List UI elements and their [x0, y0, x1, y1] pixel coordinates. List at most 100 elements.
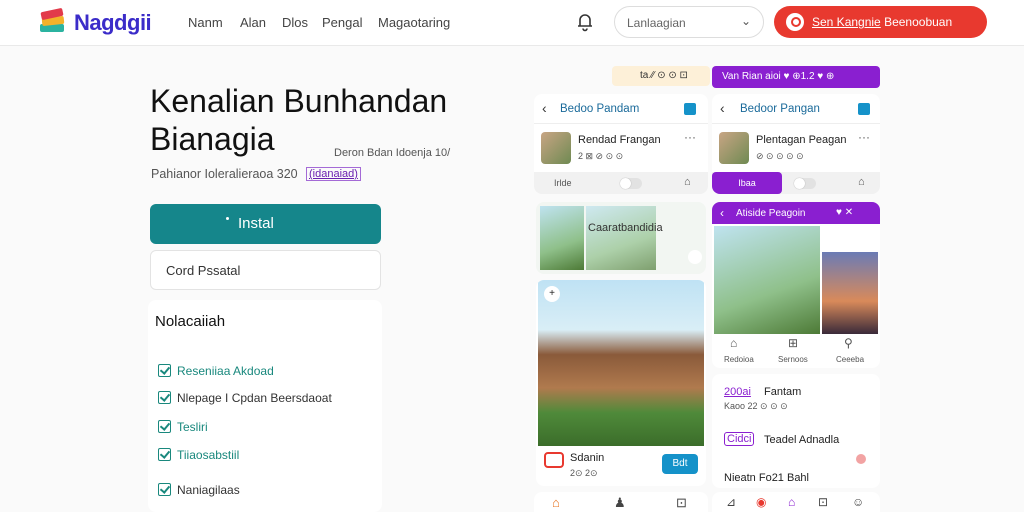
- banner-photo-2: [586, 206, 656, 270]
- cta-label-underlined: Sen Kangnie: [812, 15, 881, 29]
- right-icon-nav: ⌂ Redoioa ⊞ Sernoos ⚲ Ceeeba: [712, 336, 880, 368]
- left-title-bar: ‹ Bedoo Pandam: [534, 94, 708, 124]
- grid-icon[interactable]: [684, 103, 696, 115]
- right-gallery-title: Atiside Peagoin: [736, 208, 806, 219]
- right-bottom-nav: ⊿ ◉ ⌂ ⊡ ☺: [712, 492, 880, 512]
- left-row: Irlde ⌂: [534, 172, 708, 194]
- avatar: [719, 132, 749, 164]
- nav-label-2: Sernoos: [778, 355, 808, 364]
- meta-tag-link[interactable]: (idanaiad): [306, 167, 361, 181]
- nav-link-3[interactable]: Dlos: [282, 15, 308, 30]
- select-value: Lanlaagian: [627, 16, 686, 30]
- grid-icon[interactable]: [858, 103, 870, 115]
- list1-code[interactable]: 200ai: [724, 386, 751, 398]
- nav-link-2[interactable]: Alan: [240, 15, 266, 30]
- check-icon: [158, 364, 171, 377]
- search-icon[interactable]: ⚲: [844, 336, 853, 350]
- right-status-strip: Van Rian aioi ♥ ⊕1.2 ♥ ⊕: [712, 66, 880, 88]
- right-status-text: Van Rian aioi ♥ ⊕1.2 ♥ ⊕: [722, 71, 835, 82]
- edit-icon[interactable]: ⊿: [726, 495, 736, 509]
- bell-icon[interactable]: [576, 12, 594, 32]
- bell-icon[interactable]: ♟: [614, 495, 626, 511]
- code-input[interactable]: Cord Pssatal: [150, 250, 381, 290]
- house-sub: 2⊙ 2⊙: [570, 468, 598, 478]
- right-title: Bedoor Pangan: [740, 103, 820, 115]
- code-input-placeholder: Cord Pssatal: [166, 263, 241, 278]
- logo-text[interactable]: Nagdgii: [74, 10, 152, 36]
- logo-books-icon: [40, 8, 65, 32]
- right-top-card: ‹ Bedoor Pangan Plentagan Peagan ⊘ ⊙ ⊙ ⊙…: [712, 94, 880, 194]
- back-icon[interactable]: ‹: [720, 206, 724, 220]
- right-list-card: 200ai Fantam Kaoo 22 ⊙ ⊙ ⊙ Cidci Teadel …: [712, 374, 880, 488]
- toggle-switch[interactable]: [794, 178, 816, 189]
- cta-label-rest: Beenoobuan: [884, 15, 953, 29]
- left-status-text: ta ∕∕ ⊙ ⊙ ⊡: [640, 70, 688, 81]
- grid-icon[interactable]: ⊡: [818, 495, 828, 509]
- dot-icon: [226, 217, 229, 220]
- home-icon[interactable]: ⌂: [858, 176, 865, 188]
- left-bottom-nav: ⌂ ♟ ⊡: [534, 492, 708, 512]
- flag-icon: [544, 452, 564, 468]
- list1-title: Fantam: [764, 386, 802, 398]
- list1-sub: Kaoo 22 ⊙ ⊙ ⊙: [724, 401, 788, 411]
- grid-icon[interactable]: ⊞: [788, 336, 798, 350]
- right-row: Ibaa ⌂: [712, 172, 880, 194]
- right-row-tag[interactable]: Ibaa: [712, 172, 782, 194]
- language-select[interactable]: Lanlaagian ⌄: [614, 6, 764, 38]
- install-button[interactable]: Instal: [150, 204, 381, 244]
- more-icon[interactable]: ···: [684, 130, 696, 144]
- left-item-sub: 2 ⊠ ⊘ ⊙ ⊙: [578, 151, 624, 161]
- home-icon[interactable]: ⌂: [552, 495, 560, 510]
- left-house-card: + Sdanin 2⊙ 2⊙ Bdt: [536, 280, 706, 486]
- search-icon: [786, 13, 804, 31]
- left-top-card: ‹ Bedoo Pandam Rendad Frangan 2 ⊠ ⊘ ⊙ ⊙ …: [534, 94, 708, 194]
- list3-title: Nieatn Fo21 Bahl: [724, 472, 809, 484]
- banner-photo: [540, 206, 584, 270]
- feature-item-3: Tesliri: [177, 420, 208, 434]
- house-photo: [538, 280, 704, 446]
- check-icon: [158, 391, 171, 404]
- house-action-button[interactable]: Bdt: [662, 454, 698, 474]
- home-icon[interactable]: ⌂: [684, 176, 691, 188]
- feature-item-5: Naniagilaas: [177, 483, 240, 497]
- chevron-down-icon: ⌄: [740, 14, 751, 28]
- feature-item-4: Tiiaosabstiil: [177, 448, 240, 462]
- village-photo: [714, 226, 820, 334]
- heart-icon[interactable]: ♥ ✕: [836, 207, 853, 218]
- home-icon[interactable]: ⌂: [730, 336, 737, 350]
- nav-label-3: Ceeeba: [836, 355, 865, 364]
- right-item-sub: ⊘ ⊙ ⊙ ⊙ ⊙: [756, 151, 804, 161]
- nav-link-5[interactable]: Magaotaring: [378, 15, 450, 30]
- nav-label-1: Redoioa: [724, 355, 754, 364]
- right-gallery-header: ‹ Atiside Peagoin ♥ ✕: [712, 202, 880, 224]
- right-item-title: Plentagan Peagan: [756, 134, 847, 146]
- grid-icon[interactable]: ⊡: [676, 495, 687, 511]
- list2-title: Teadel Adnadla: [764, 434, 840, 446]
- cta-label: Sen Kangnie Beenoobuan: [812, 15, 952, 29]
- back-icon[interactable]: ‹: [720, 100, 725, 116]
- cta-button[interactable]: Sen Kangnie Beenoobuan: [774, 6, 987, 38]
- circle-button[interactable]: [688, 250, 702, 264]
- left-title: Bedoo Pandam: [560, 103, 640, 115]
- avatar: [541, 132, 571, 164]
- nav-link-4[interactable]: Pengal: [322, 15, 362, 30]
- plus-icon[interactable]: +: [544, 286, 560, 302]
- nav-link-1[interactable]: Nanm: [188, 15, 223, 30]
- left-banner-card: Caaratbandidia: [536, 202, 706, 274]
- check-icon: [158, 420, 171, 433]
- play-icon[interactable]: ◉: [756, 495, 766, 509]
- house-title: Sdanin: [570, 452, 605, 464]
- home-icon[interactable]: ⌂: [788, 495, 795, 509]
- features-panel: [148, 300, 382, 512]
- left-status-strip: ta ∕∕ ⊙ ⊙ ⊡: [612, 66, 710, 86]
- meta-info: Pahianor Ioleralieraoa 320: [151, 167, 298, 181]
- feature-item-1: Reseniiaa Akdoad: [177, 364, 274, 378]
- left-item-title: Rendad Frangan: [578, 134, 661, 146]
- list2-tag[interactable]: Cidci: [724, 432, 755, 446]
- back-icon[interactable]: ‹: [542, 100, 547, 116]
- toggle-switch[interactable]: [620, 178, 642, 189]
- install-label: Instal: [238, 215, 274, 232]
- right-title-bar: ‹ Bedoor Pangan: [712, 94, 880, 124]
- more-icon[interactable]: ···: [858, 130, 870, 144]
- user-icon[interactable]: ☺: [852, 495, 864, 509]
